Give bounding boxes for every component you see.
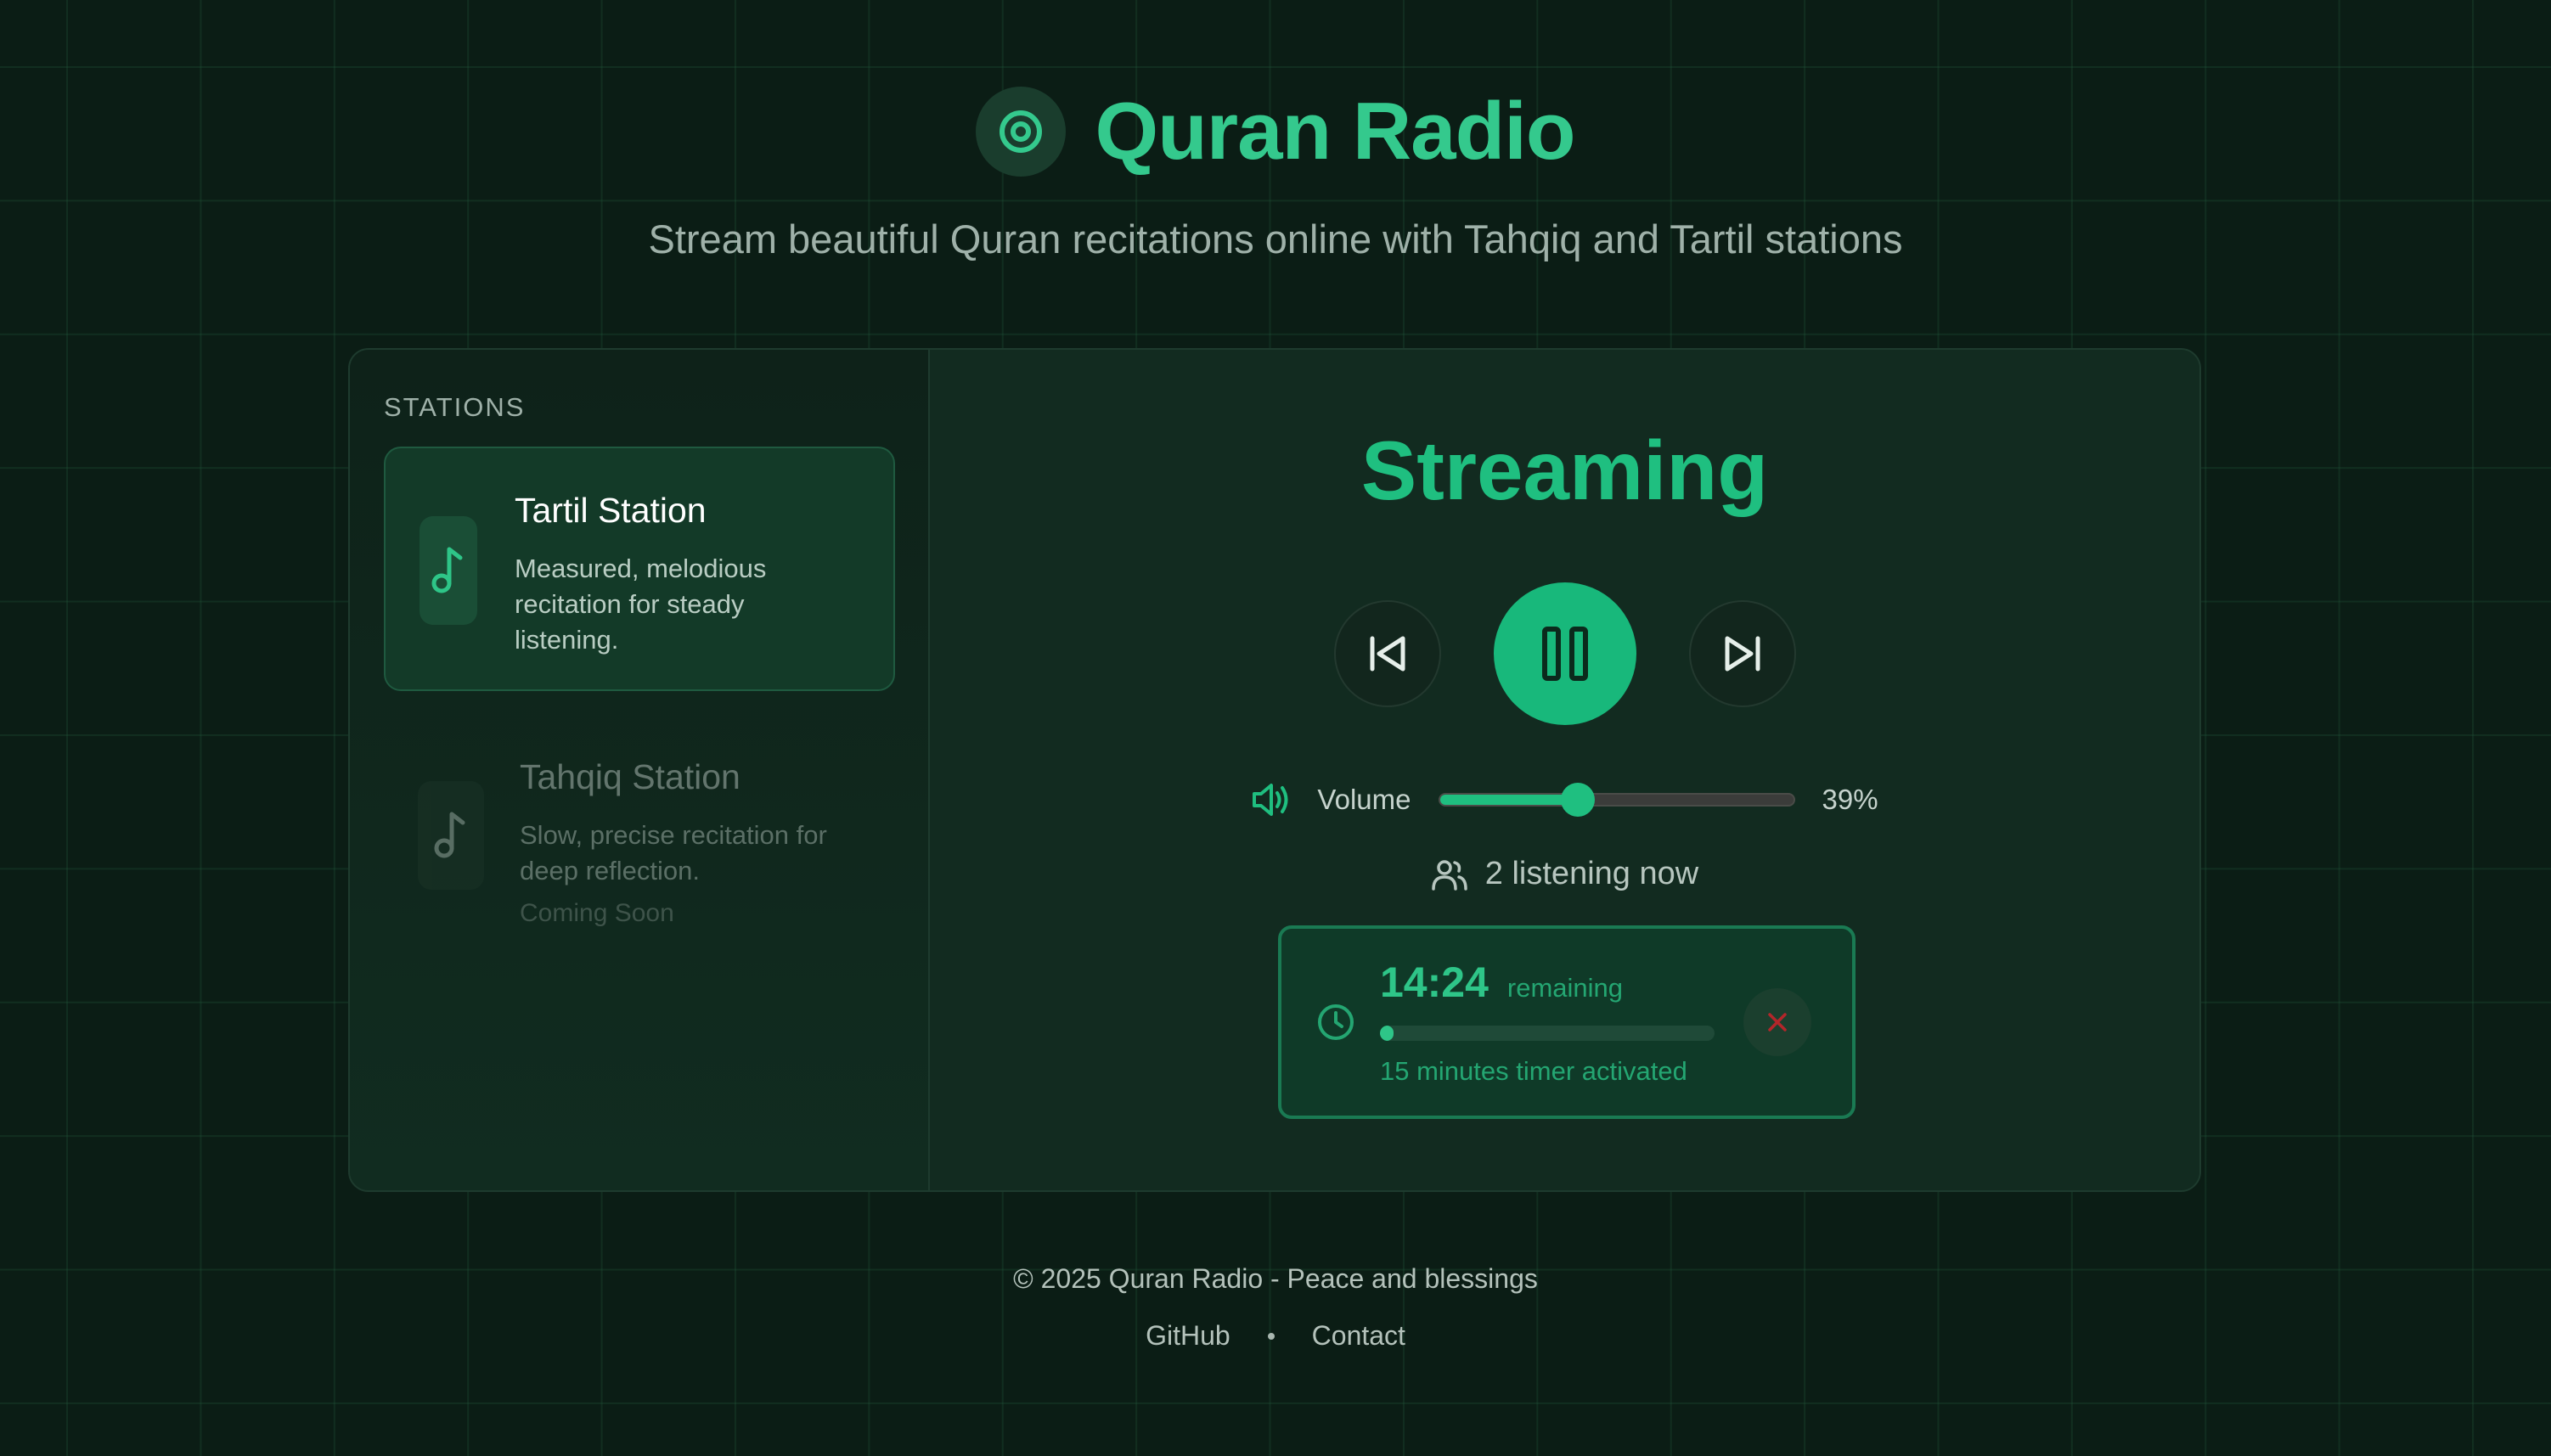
station-description: Measured, melodious recitation for stead… [515,554,767,655]
volume-thumb[interactable] [1560,783,1595,817]
volume-control: Volume 39% [930,781,2199,818]
cancel-timer-button[interactable] [1743,988,1811,1056]
station-tahqiq: Tahqiq Station Slow, precise recitation … [384,715,895,944]
stations-sidebar: STATIONS Tartil Station Measured, melodi… [350,350,930,1190]
timer-progress-fill [1380,1026,1394,1041]
timer-time: 14:24 [1380,958,1489,1006]
skip-forward-icon [1725,636,1760,672]
playback-controls [930,582,2199,725]
music-note-icon [418,781,484,890]
separator-dot [1267,1332,1275,1340]
timer-remaining-label: remaining [1506,973,1624,1003]
next-button[interactable] [1688,600,1796,707]
station-description: Slow, precise recitation for deep reflec… [520,820,827,885]
speaker-icon[interactable] [1251,781,1292,818]
footer-links: GitHub Contact [1146,1320,1405,1352]
previous-button[interactable] [1333,600,1441,707]
coming-soon-label: Coming Soon [520,899,674,927]
skip-back-icon [1370,636,1405,672]
copyright: © 2025 Quran Radio - Peace and blessings [1013,1263,1538,1294]
station-tartil[interactable]: Tartil Station Measured, melodious recit… [384,447,895,691]
contact-link[interactable]: Contact [1312,1320,1405,1352]
volume-fill [1439,795,1578,805]
clock-icon [1318,1004,1354,1040]
pause-button[interactable] [1493,582,1636,725]
timer-progress [1380,1026,1715,1041]
station-name: Tartil Station [515,491,707,530]
player-panel: Streaming Volume 39% 2 listening now 14:… [930,350,2199,1190]
player-card: STATIONS Tartil Station Measured, melodi… [348,348,2201,1192]
brand: Quran Radio [976,85,1576,178]
music-note-icon [420,516,477,625]
player-status: Streaming [1360,424,1769,517]
listener-count: 2 listening now [930,856,2199,892]
listener-text: 2 listening now [1484,856,1699,891]
close-icon [1768,1013,1787,1032]
app-title: Quran Radio [1095,86,1575,177]
volume-slider[interactable] [1438,783,1795,817]
pause-icon [1541,627,1588,681]
app-subtitle: Stream beautiful Quran recitations onlin… [648,216,1903,261]
github-link[interactable]: GitHub [1146,1320,1230,1352]
volume-value: 39% [1822,784,1878,815]
page-footer: © 2025 Quran Radio - Peace and blessings… [0,1263,2551,1352]
users-icon [1432,859,1467,891]
stations-heading: STATIONS [384,392,526,422]
page-header: Quran Radio Stream beautiful Quran recit… [0,85,2551,262]
radio-target-icon [976,87,1067,177]
station-name: Tahqiq Station [520,757,741,796]
volume-label: Volume [1317,784,1411,815]
sleep-timer: 14:24 remaining 15 minutes timer activat… [1278,925,1856,1119]
timer-note: 15 minutes timer activated [1380,1056,1687,1086]
